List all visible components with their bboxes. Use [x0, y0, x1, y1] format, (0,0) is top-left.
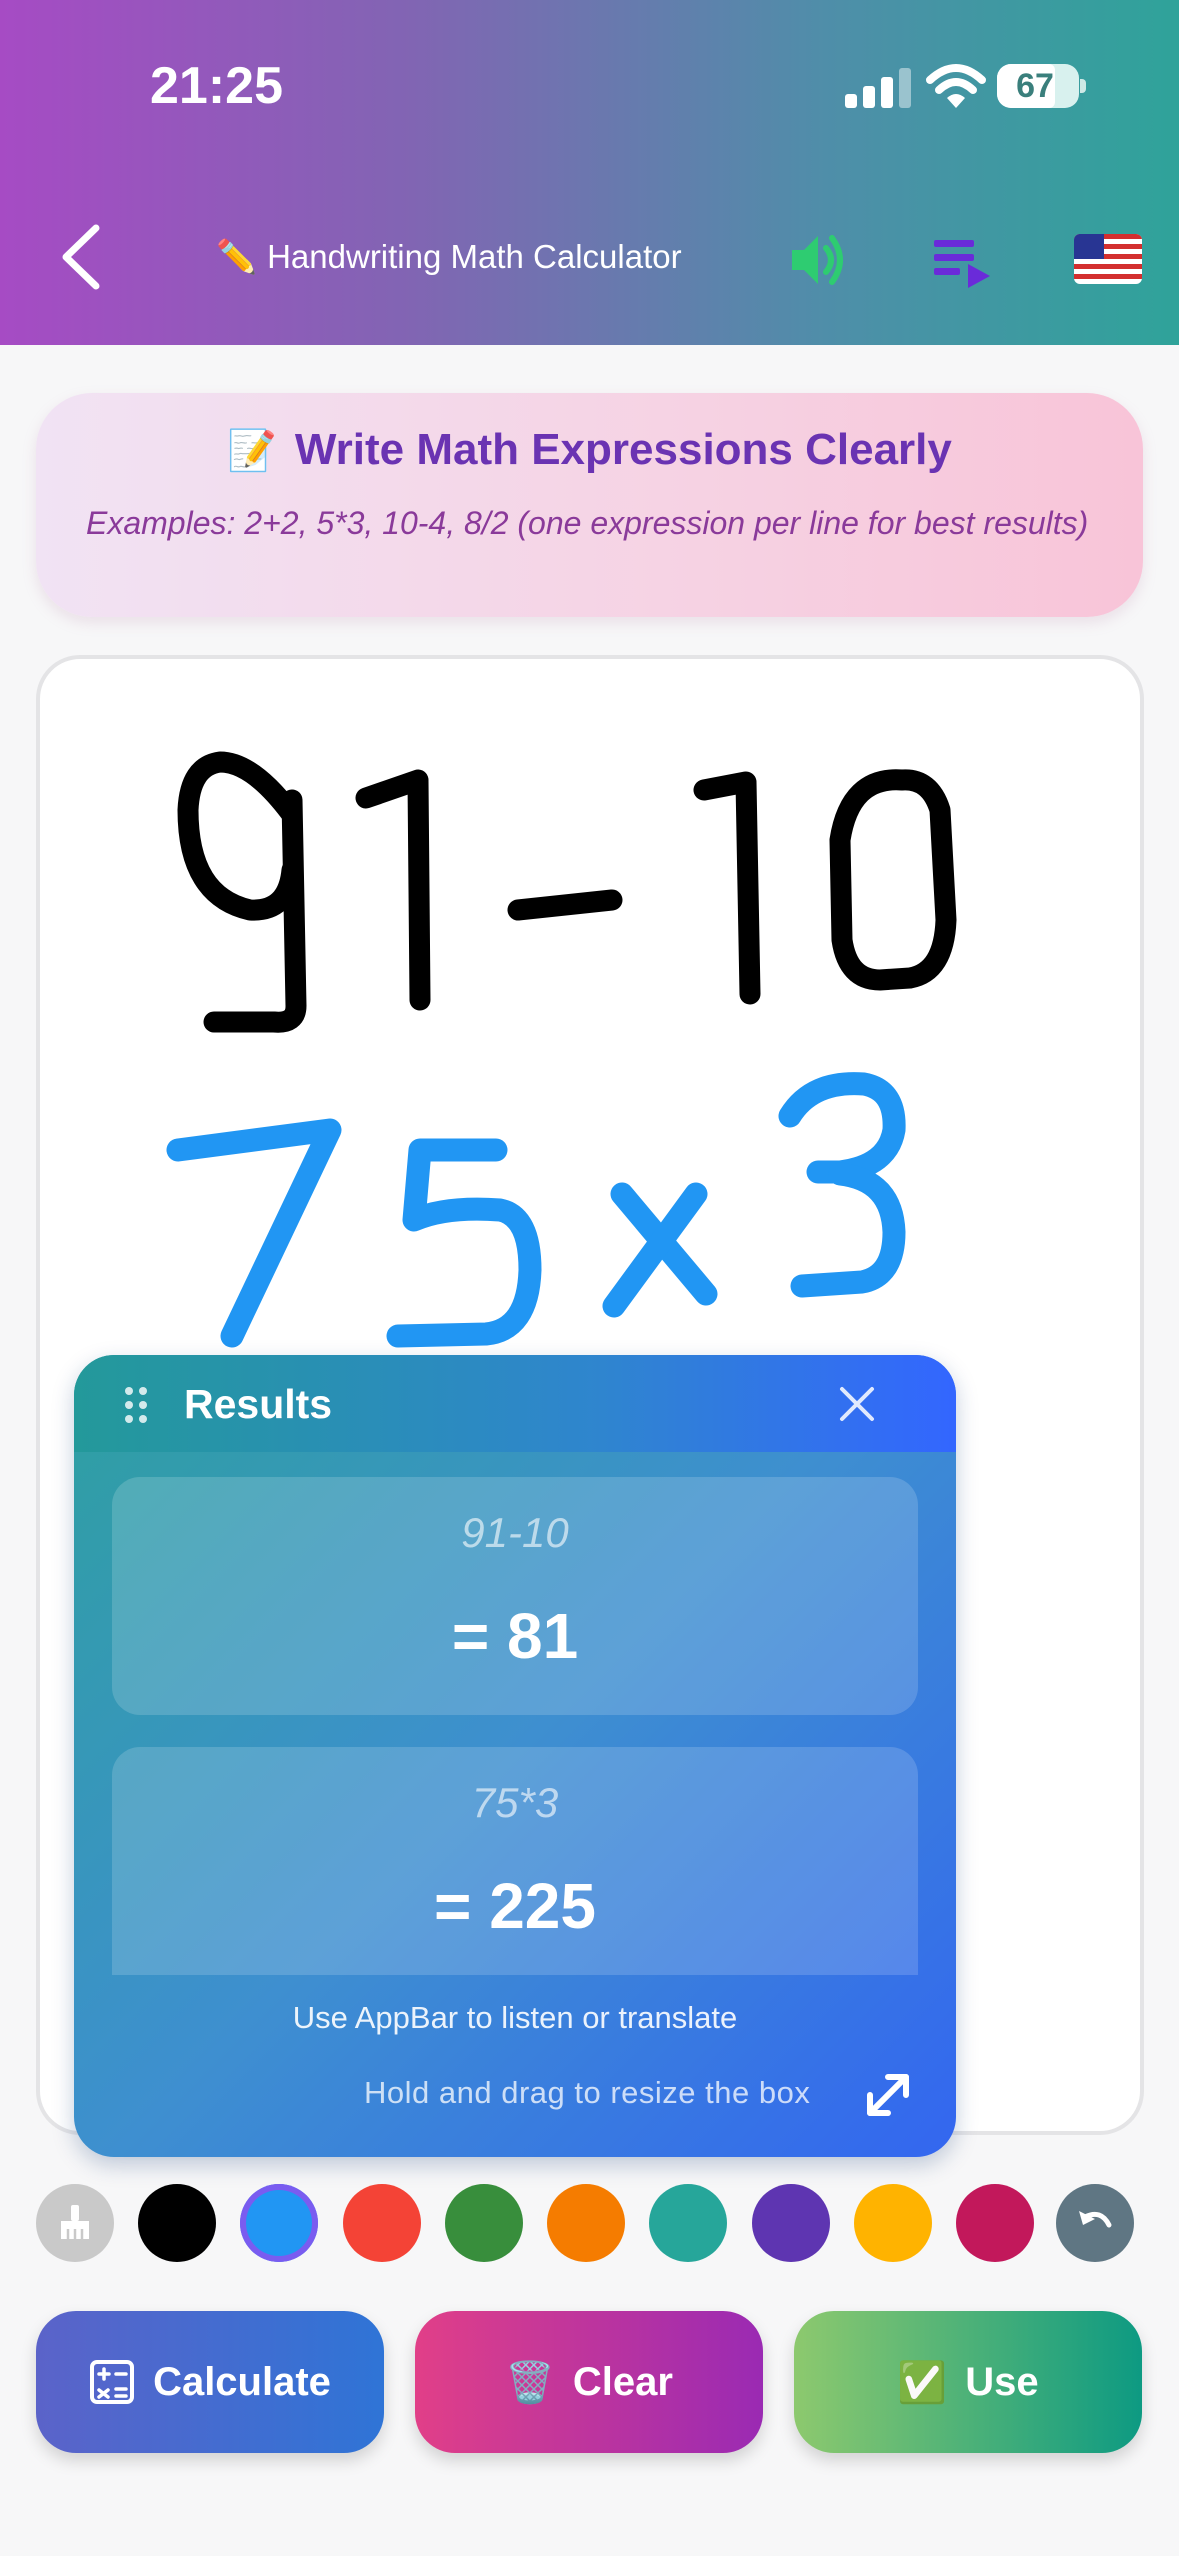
- color-swatch[interactable]: [547, 2184, 625, 2262]
- color-swatch[interactable]: [343, 2184, 421, 2262]
- us-flag-icon[interactable]: [1074, 234, 1142, 284]
- clear-button[interactable]: 🗑️ Clear: [415, 2311, 763, 2453]
- color-swatch[interactable]: [956, 2184, 1034, 2262]
- volume-button[interactable]: [786, 228, 850, 292]
- calculator-icon: [90, 2360, 135, 2404]
- trash-icon: 🗑️: [505, 2360, 555, 2405]
- status-time: 21:25: [150, 57, 283, 115]
- undo-button[interactable]: [1056, 2184, 1134, 2262]
- color-swatch[interactable]: [854, 2184, 932, 2262]
- result-item: 75*3 = 225: [112, 1747, 918, 1975]
- appbar-hint: Use AppBar to listen or translate: [292, 2000, 738, 2035]
- result-item: 91-10 = 81: [112, 1477, 918, 1715]
- instructions-title-text: Write Math Expressions Clearly: [294, 425, 952, 474]
- pencil-icon: ✏️: [216, 238, 258, 275]
- signal-icon: [845, 68, 911, 108]
- memo-icon: 📝: [227, 429, 277, 473]
- result-expression: 91-10: [461, 1509, 569, 1556]
- eraser-button[interactable]: [36, 2184, 114, 2262]
- results-header[interactable]: Results: [74, 1355, 956, 1452]
- instructions-title: 📝 Write Math Expressions Clearly: [36, 425, 1143, 475]
- resize-hint: Hold and drag to resize the box: [364, 2075, 811, 2110]
- result-value: = 81: [451, 1600, 579, 1672]
- color-swatch[interactable]: [649, 2184, 727, 2262]
- check-icon: ✅: [897, 2360, 948, 2405]
- results-title: Results: [184, 1381, 333, 1427]
- use-label: Use: [965, 2359, 1039, 2404]
- back-button[interactable]: [52, 222, 112, 292]
- color-swatch[interactable]: [240, 2184, 318, 2262]
- battery-level: 67: [1016, 67, 1054, 105]
- playlist-button[interactable]: [930, 232, 994, 292]
- result-expression: 75*3: [471, 1779, 559, 1826]
- close-icon[interactable]: [834, 1381, 880, 1427]
- broom-icon: [61, 2205, 89, 2239]
- calculate-button[interactable]: Calculate: [36, 2311, 384, 2453]
- drag-handle-icon[interactable]: [122, 1385, 152, 1425]
- app-bar: 21:25 67 ✏️ Handwriting Math Calculator: [0, 0, 1179, 345]
- app-title: ✏️ Handwriting Math Calculator: [216, 238, 682, 277]
- instructions-examples: Examples: 2+2, 5*3, 10-4, 8/2 (one expre…: [86, 505, 1089, 541]
- result-value: = 225: [434, 1870, 596, 1942]
- battery-icon: 67: [997, 64, 1079, 108]
- color-swatch[interactable]: [445, 2184, 523, 2262]
- instructions-card: 📝 Write Math Expressions Clearly Examples…: [36, 393, 1143, 617]
- clear-label: Clear: [572, 2359, 673, 2404]
- results-panel[interactable]: Results 91-10 = 81 75*3 = 225 Use AppBar…: [74, 1355, 956, 2157]
- color-swatch[interactable]: [138, 2184, 216, 2262]
- wifi-icon: [926, 64, 986, 108]
- undo-icon: [1079, 2211, 1112, 2228]
- calculate-label: Calculate: [153, 2359, 331, 2404]
- app-title-text: Handwriting Math Calculator: [267, 238, 682, 275]
- use-button[interactable]: ✅ Use: [794, 2311, 1142, 2453]
- resize-icon[interactable]: [860, 2067, 916, 2123]
- color-swatch[interactable]: [752, 2184, 830, 2262]
